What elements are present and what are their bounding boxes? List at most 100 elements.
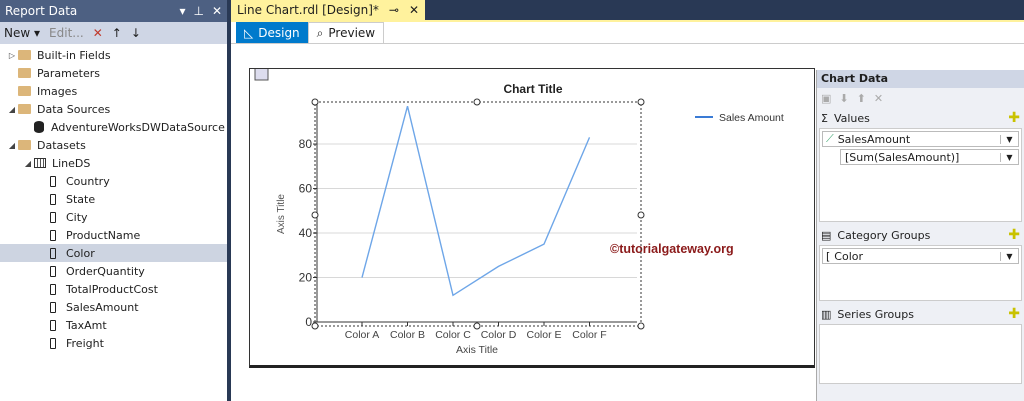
y-tick-label: 20 — [299, 271, 313, 285]
tree-item[interactable]: Color — [0, 244, 227, 262]
document-area: Line Chart.rdl [Design]* ⊸ ✕ ◺ Design ⌕ Pr… — [231, 0, 1024, 401]
tree-item-label: Images — [37, 84, 78, 98]
add-category-icon[interactable]: ✚ — [1008, 227, 1020, 243]
document-tab-label: Line Chart.rdl [Design]* — [237, 3, 379, 17]
tree-item[interactable]: ProductName — [0, 226, 227, 244]
category-groups-label: Category Groups — [837, 228, 931, 242]
edit-button[interactable]: Edit... — [49, 26, 84, 40]
folder-icon — [18, 50, 31, 60]
tree-item-label: LineDS — [52, 156, 91, 170]
tree-item-label: TotalProductCost — [66, 282, 158, 296]
expand-arrow-icon[interactable]: ◢ — [6, 141, 18, 150]
delete-icon: ✕ — [873, 91, 884, 105]
pin-icon[interactable]: ⊸ — [389, 3, 399, 17]
category-groups-icon: ▤ — [821, 228, 832, 242]
tree-item[interactable]: Images — [0, 82, 227, 100]
y-tick-label: 80 — [299, 137, 313, 151]
tree-item[interactable]: SalesAmount — [0, 298, 227, 316]
tree-item[interactable]: Country — [0, 172, 227, 190]
tree-item[interactable]: City — [0, 208, 227, 226]
resize-handle — [637, 98, 645, 106]
field-icon — [50, 175, 56, 187]
close-tab-icon[interactable]: ✕ — [409, 3, 419, 17]
tree-item[interactable]: AdventureWorksDWDataSource — [0, 118, 227, 136]
properties-icon: ▣ — [821, 91, 832, 105]
expand-arrow-icon[interactable]: ◢ — [22, 159, 34, 168]
resize-handle — [311, 98, 319, 106]
preview-icon: ⌕ — [316, 25, 324, 40]
field-icon — [50, 283, 56, 295]
chart-title: Chart Title — [503, 82, 562, 96]
tree-item[interactable]: ▷ Built-in Fields — [0, 46, 227, 64]
tree-item[interactable]: Freight — [0, 334, 227, 352]
field-icon — [50, 193, 56, 205]
tree-item-label: Color — [66, 246, 95, 260]
x-axis-title: Axis Title — [456, 344, 498, 356]
legend-label: Sales Amount — [719, 112, 784, 124]
add-value-icon[interactable]: ✚ — [1008, 110, 1020, 126]
tree-item-label: Data Sources — [37, 102, 111, 116]
tree-item[interactable]: ◢ LineDS — [0, 154, 227, 172]
category-field: Color — [834, 249, 864, 263]
panel-title: Report Data — [5, 4, 78, 18]
field-icon — [50, 229, 56, 241]
field-icon — [50, 337, 56, 349]
new-label: New — [4, 26, 31, 40]
folder-icon — [18, 104, 31, 114]
tree-item-label: Country — [66, 174, 110, 188]
y-tick-label: 40 — [299, 226, 313, 240]
resize-handle — [637, 322, 645, 330]
add-series-icon[interactable]: ✚ — [1008, 306, 1020, 322]
chevron-down-icon[interactable]: ▼ — [1000, 134, 1018, 144]
chevron-down-icon[interactable]: ▼ — [1000, 152, 1018, 162]
close-icon[interactable]: ✕ — [212, 4, 222, 18]
tree-item[interactable]: TotalProductCost — [0, 280, 227, 298]
resize-handle — [311, 211, 319, 219]
tree-item-label: City — [66, 210, 88, 224]
watermark: ©tutorialgateway.org — [610, 242, 734, 256]
y-tick-label: 60 — [299, 182, 313, 196]
resize-handle — [473, 322, 481, 330]
value-expression-dropdown[interactable]: [Sum(SalesAmount)] ▼ — [840, 149, 1019, 165]
move-down-icon[interactable]: ↓ — [131, 26, 141, 40]
tree-item[interactable]: Parameters — [0, 64, 227, 82]
tab-design[interactable]: ◺ Design — [236, 22, 308, 43]
x-tick-label: Color B — [390, 329, 425, 341]
tree-item[interactable]: ◢ Datasets — [0, 136, 227, 154]
line-chart[interactable]: Chart Title 0 20 40 60 80 Color A Color B Color … — [250, 69, 816, 369]
delete-icon[interactable]: ✕ — [93, 26, 103, 40]
x-tick-label: Color A — [345, 329, 379, 341]
tree-item-label: AdventureWorksDWDataSource — [51, 120, 225, 134]
category-field-dropdown[interactable]: [Color ▼ — [822, 248, 1019, 264]
move-up-icon[interactable]: ↑ — [112, 26, 122, 40]
sigma-icon: Σ — [821, 111, 828, 125]
pin-icon[interactable]: ⊥ — [193, 4, 203, 18]
dropdown-icon[interactable]: ▾ — [179, 4, 185, 18]
tab-preview[interactable]: ⌕ Preview — [307, 22, 385, 43]
field-icon — [50, 301, 56, 313]
resize-handle — [311, 322, 319, 330]
x-tick-label: Color E — [526, 329, 561, 341]
document-tab[interactable]: Line Chart.rdl [Design]* ⊸ ✕ — [231, 0, 426, 20]
tree-item-label: Parameters — [37, 66, 100, 80]
tree-item[interactable]: ◢ Data Sources — [0, 100, 227, 118]
tree-item-label: State — [66, 192, 96, 206]
series-line — [361, 106, 591, 297]
value-field-dropdown[interactable]: ⟋ SalesAmount ▼ — [822, 131, 1019, 147]
chevron-down-icon[interactable]: ▼ — [1000, 251, 1018, 261]
new-button[interactable]: New ▾ — [4, 26, 40, 40]
folder-icon — [18, 140, 31, 150]
tree-item[interactable]: TaxAmt — [0, 316, 227, 334]
report-data-panel: Report Data ▾ ⊥ ✕ New ▾ Edit... ✕ ↑ ↓ ▷ B… — [0, 0, 227, 401]
report-canvas[interactable]: Chart Title 0 20 40 60 80 Color A Color B Color … — [249, 68, 815, 368]
report-data-toolbar: New ▾ Edit... ✕ ↑ ↓ — [0, 22, 227, 44]
x-tick-label: Color D — [481, 329, 517, 341]
tree-item-label: Built-in Fields — [37, 48, 111, 62]
chart-data-panel: Chart Data ▣ ⬇ ⬆ ✕ Σ Values ✚ ⟋ SalesAmount ▼ [… — [816, 70, 1024, 401]
expand-arrow-icon[interactable]: ◢ — [6, 105, 18, 114]
line-series-icon: ⟋ — [826, 132, 834, 145]
tree-item[interactable]: OrderQuantity — [0, 262, 227, 280]
expand-arrow-icon[interactable]: ▷ — [6, 51, 18, 60]
resize-handle — [637, 211, 645, 219]
tree-item[interactable]: State — [0, 190, 227, 208]
